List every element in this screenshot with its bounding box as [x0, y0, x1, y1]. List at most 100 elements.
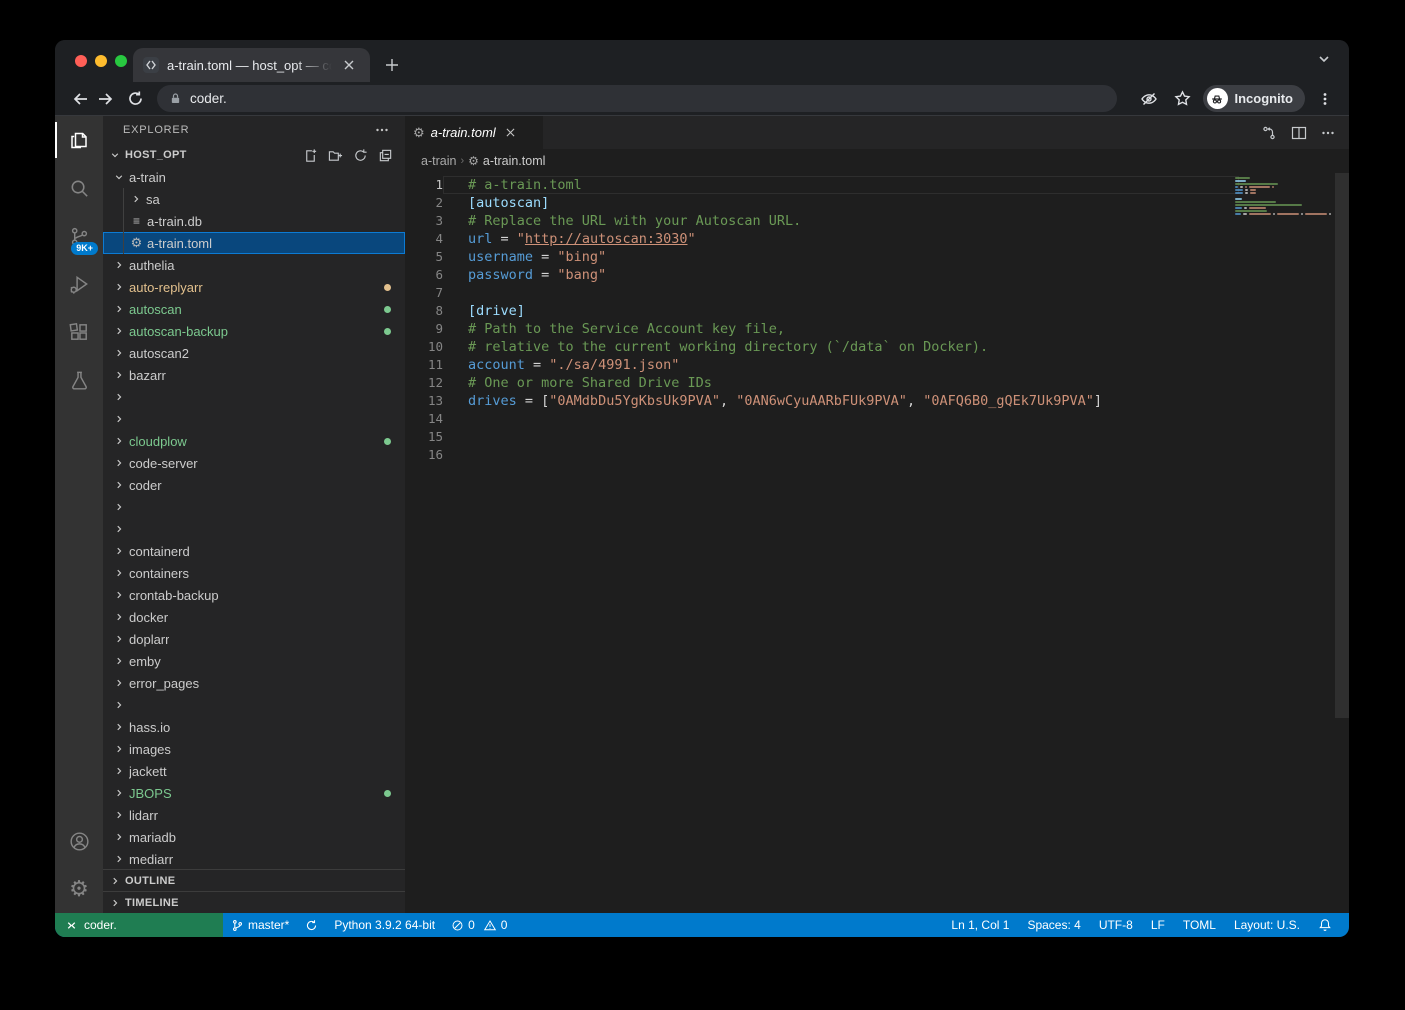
editor-more-actions-icon[interactable] [1321, 126, 1335, 140]
notifications-bell-icon[interactable] [1309, 913, 1341, 937]
tree-item-mariadb[interactable]: mariadb [103, 826, 405, 848]
tree-item-blank[interactable] [103, 408, 405, 430]
open-changes-icon[interactable] [1261, 125, 1277, 141]
minimap-segment [1249, 213, 1271, 215]
tree-root-host-opt[interactable]: HOST_OPT [103, 144, 405, 166]
testing-icon [68, 369, 91, 392]
editor-scrollbar[interactable] [1335, 173, 1349, 718]
minimap[interactable] [1235, 177, 1333, 225]
forward-button[interactable] [93, 85, 121, 113]
activitybar-explorer[interactable] [55, 116, 103, 164]
tree-item-jackett[interactable]: jackett [103, 760, 405, 782]
activitybar-run-debug[interactable] [55, 260, 103, 308]
tree-item-crontab-backup[interactable]: crontab-backup [103, 584, 405, 606]
problems-item[interactable]: 0 0 [443, 913, 515, 937]
split-editor-icon[interactable] [1291, 125, 1307, 141]
tree-item-authelia[interactable]: authelia [103, 254, 405, 276]
git-branch-item[interactable]: master* [223, 913, 297, 937]
new-file-icon[interactable] [303, 148, 318, 163]
reload-button[interactable] [121, 85, 149, 113]
tree-item-code-server[interactable]: code-server [103, 452, 405, 474]
minimize-window-button[interactable] [95, 55, 107, 67]
tree-item-blank[interactable] [103, 496, 405, 518]
activitybar-search[interactable] [55, 164, 103, 212]
close-window-button[interactable] [75, 55, 87, 67]
remote-indicator[interactable]: coder. [55, 913, 223, 937]
tree-item-jbops[interactable]: JBOPS [103, 782, 405, 804]
line-content: # Path to the Service Account key file, [443, 320, 1349, 338]
status-keyboard-layout[interactable]: Layout: U.S. [1225, 913, 1309, 937]
activitybar-settings[interactable]: ⚙ [55, 865, 103, 913]
status-language-mode[interactable]: TOML [1174, 913, 1225, 937]
tree-item-lidarr[interactable]: lidarr [103, 804, 405, 826]
tree-item-sa[interactable]: sa [103, 188, 405, 210]
tree-item-label: a-train.toml [147, 236, 212, 251]
tree-item-a-train-toml[interactable]: ⚙a-train.toml [103, 232, 405, 254]
tree-item-images[interactable]: images [103, 738, 405, 760]
tree-item-autoscan[interactable]: autoscan [103, 298, 405, 320]
tree-item-containerd[interactable]: containerd [103, 540, 405, 562]
tree-item-hass-io[interactable]: hass.io [103, 716, 405, 738]
activitybar-source-control[interactable]: 9K+ [55, 212, 103, 260]
status-encoding[interactable]: UTF-8 [1090, 913, 1142, 937]
python-interpreter-item[interactable]: Python 3.9.2 64-bit [326, 913, 443, 937]
status-indentation[interactable]: Spaces: 4 [1018, 913, 1089, 937]
minimap-line [1235, 216, 1333, 218]
outline-section[interactable]: OUTLINE [103, 869, 405, 891]
tab-search-chevron-icon[interactable] [1317, 52, 1331, 66]
tree-item-blank[interactable] [103, 518, 405, 540]
tree-item-blank[interactable] [103, 386, 405, 408]
tree-item-blank[interactable] [103, 694, 405, 716]
chevron-right-icon [111, 741, 127, 757]
chevron-right-icon [111, 389, 127, 405]
tree-item-a-train[interactable]: a-train [103, 166, 405, 188]
bookmark-star-icon[interactable] [1169, 85, 1197, 113]
maximize-window-button[interactable] [115, 55, 127, 67]
tree-item-cloudplow[interactable]: cloudplow [103, 430, 405, 452]
activitybar-account[interactable] [55, 817, 103, 865]
code-editor[interactable]: 1# a-train.toml2[autoscan]3# Replace the… [405, 173, 1349, 913]
tree-item-error-pages[interactable]: error_pages [103, 672, 405, 694]
back-button[interactable] [65, 85, 93, 113]
sidebar-more-actions-icon[interactable] [375, 123, 389, 137]
incognito-label: Incognito [1235, 91, 1294, 106]
tree-item-bazarr[interactable]: bazarr [103, 364, 405, 386]
status-eol[interactable]: LF [1142, 913, 1174, 937]
timeline-section[interactable]: TIMELINE [103, 891, 405, 913]
refresh-icon[interactable] [353, 148, 368, 163]
explorer-actions [303, 148, 405, 163]
sync-item[interactable] [297, 913, 326, 937]
tree-item-a-train-db[interactable]: ≡a-train.db [103, 210, 405, 232]
outline-label: OUTLINE [125, 875, 175, 887]
minimap-segment [1250, 189, 1256, 191]
eye-off-icon[interactable] [1135, 85, 1163, 113]
tree-item-autoscan-backup[interactable]: autoscan-backup [103, 320, 405, 342]
tree-item-autoscan2[interactable]: autoscan2 [103, 342, 405, 364]
tree-item-mediarr[interactable]: mediarr [103, 848, 405, 869]
line-number: 13 [405, 392, 443, 410]
new-folder-icon[interactable] [328, 148, 343, 163]
editor-tab-a-train-toml[interactable]: ⚙ a-train.toml [405, 116, 543, 149]
address-bar[interactable]: coder. [157, 85, 1117, 112]
browser-tab[interactable]: a-train.toml — host_opt — cod [133, 48, 370, 82]
tree-item-coder[interactable]: coder [103, 474, 405, 496]
line-number: 15 [405, 428, 443, 446]
status-cursor-position[interactable]: Ln 1, Col 1 [942, 913, 1018, 937]
breadcrumb-folder[interactable]: a-train [421, 154, 456, 168]
tree-item-docker[interactable]: docker [103, 606, 405, 628]
close-editor-icon[interactable] [502, 124, 520, 142]
tab-close-icon[interactable] [340, 56, 358, 74]
tree-item-emby[interactable]: emby [103, 650, 405, 672]
collapse-all-icon[interactable] [378, 148, 393, 163]
activitybar-extensions[interactable] [55, 308, 103, 356]
minimap-line [1235, 204, 1333, 206]
tree-item-doplarr[interactable]: doplarr [103, 628, 405, 650]
tree-item-containers[interactable]: containers [103, 562, 405, 584]
breadcrumb-file[interactable]: a-train.toml [483, 154, 546, 168]
new-tab-button[interactable] [378, 51, 406, 79]
tree-item-label: docker [129, 610, 168, 625]
browser-menu-icon[interactable] [1311, 85, 1339, 113]
incognito-badge: Incognito [1203, 85, 1306, 112]
tree-item-auto-replyarr[interactable]: auto-replyarr [103, 276, 405, 298]
activitybar-testing[interactable] [55, 356, 103, 404]
